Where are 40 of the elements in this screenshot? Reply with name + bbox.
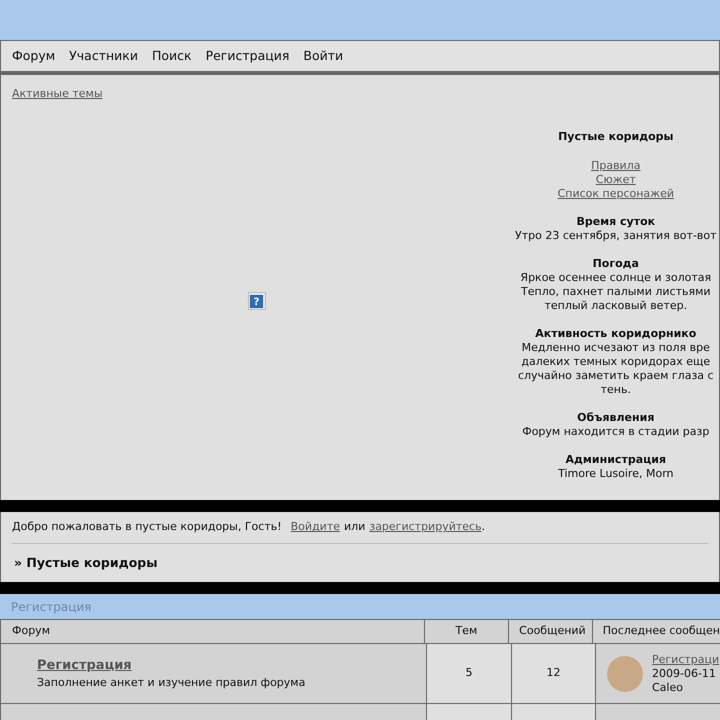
section-heading: Объявления — [577, 411, 654, 425]
section-heading: Активность коридорнико — [535, 327, 696, 341]
last-post-author: Caleo — [652, 680, 684, 694]
nav-link[interactable]: Поиск — [152, 46, 192, 66]
last-post-link[interactable]: Регистраци — [652, 652, 720, 666]
column-header: Последнее сообщен — [602, 623, 720, 640]
avatar-placeholder — [607, 656, 643, 692]
section-text: Утро 23 сентября, занятия вот-вот — [515, 229, 717, 243]
section-heading: Погода — [592, 257, 639, 271]
register-link[interactable]: зарегистрируйтесь — [369, 519, 482, 536]
info-link[interactable]: Список персонажей — [558, 187, 674, 201]
nav-link[interactable]: Форум — [12, 46, 56, 66]
forum-description: Заполнение анкет и изучение правил форума — [37, 675, 306, 691]
section-text: Медленно исчезают из поля вре далеких темных коридорах еще случайно заметить краем глаза с тень. — [518, 341, 714, 397]
section-heading: Время суток — [576, 215, 656, 229]
nav-link[interactable]: Участники — [69, 46, 138, 66]
section-heading: Администрация — [566, 453, 666, 467]
welcome-text: Добро пожаловать в пустые коридоры, Гость! — [12, 519, 282, 536]
column-header: Сообщений — [519, 623, 586, 640]
section-text: Яркое осеннее солнце и золотая Тепло, пахнет палыми листьями теплый ласковый ветер. — [520, 271, 712, 313]
active-topics-link[interactable]: Активные темы — [12, 87, 103, 100]
info-link[interactable]: Сюжет — [596, 173, 636, 187]
topic-count: 5 — [466, 665, 472, 682]
or-text: или — [344, 519, 366, 536]
category-title: Регистрация — [11, 598, 92, 616]
column-header: Тем — [455, 623, 478, 640]
section-text: Timore Lusoire, Morn — [558, 467, 674, 481]
last-post-date: 2009-06-11 — [652, 666, 717, 680]
breadcrumb[interactable]: » Пустые коридоры — [14, 554, 158, 572]
nav-link[interactable]: Регистрация — [206, 46, 290, 66]
info-title: Пустые коридоры — [558, 128, 674, 144]
post-count: 12 — [546, 665, 560, 682]
column-header: Форум — [12, 623, 50, 640]
info-link[interactable]: Правила — [591, 159, 640, 173]
login-link[interactable]: Войдите — [290, 519, 340, 536]
nav-link[interactable]: Войти — [303, 46, 344, 66]
help-icon: ? — [248, 292, 266, 310]
section-text: Форум находится в стадии разр — [522, 425, 710, 439]
forum-link[interactable]: Регистрация — [37, 656, 132, 675]
period-text: . — [482, 519, 486, 536]
